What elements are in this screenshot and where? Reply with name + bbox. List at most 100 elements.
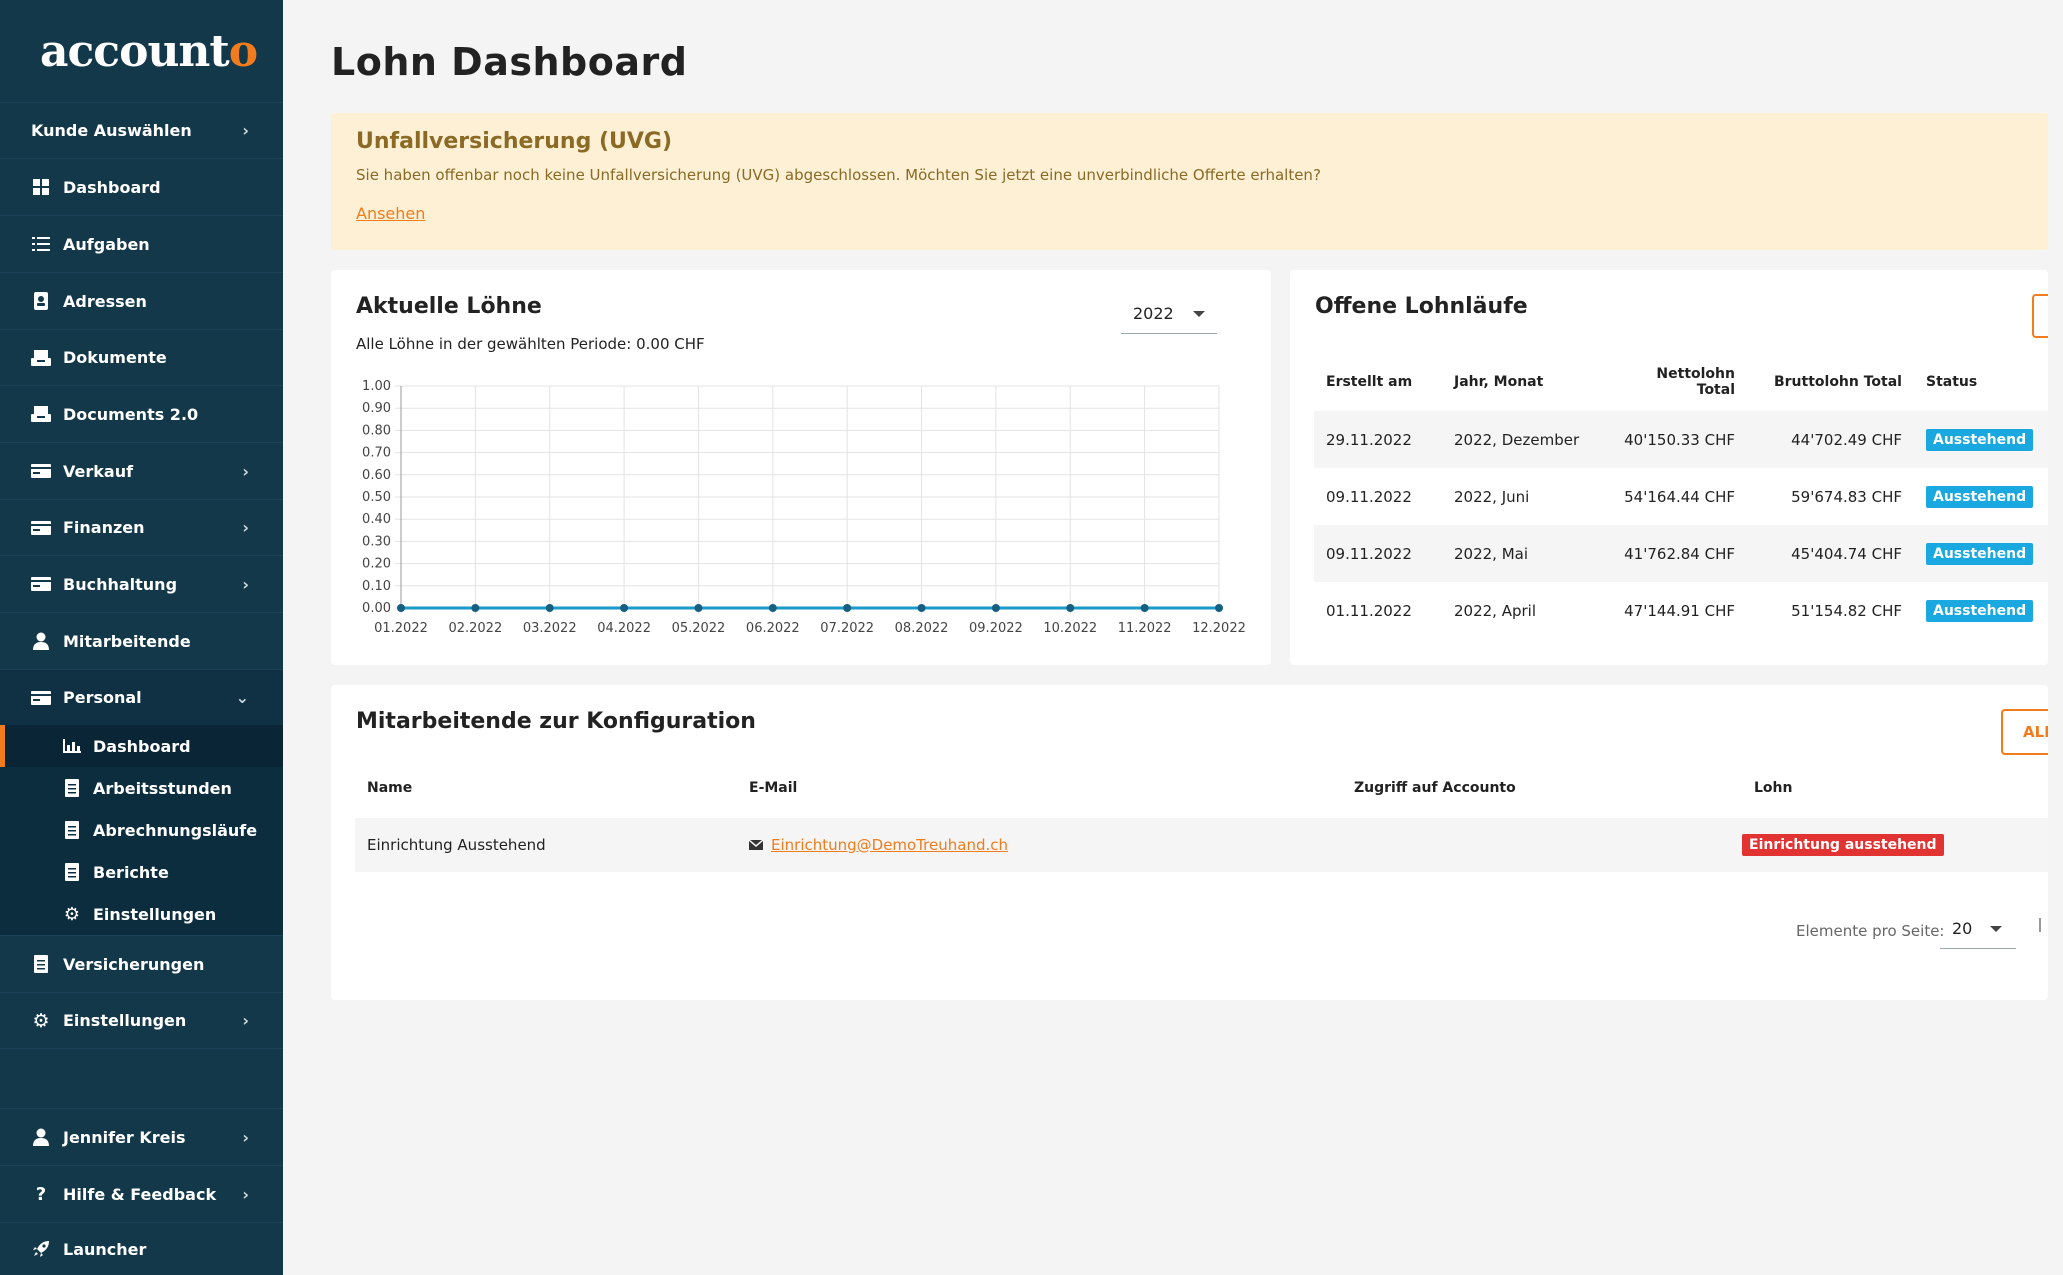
column-header: Bruttolohn Total: [1773, 374, 1902, 390]
status-badge: Ausstehend: [1926, 485, 2034, 508]
column-header: Lohn: [1754, 780, 1793, 796]
name-cell: Einrichtung Ausstehend: [355, 818, 737, 872]
x-tick-label: 07.2022: [820, 621, 874, 636]
salary-status-badge: Einrichtung ausstehend: [1742, 834, 1944, 856]
email-link[interactable]: Einrichtung@DemoTreuhand.ch: [771, 836, 1008, 854]
sidebar-item-label: Mitarbeitende: [63, 631, 191, 651]
gross-total-cell: 44'702.49 CHF: [1747, 411, 1914, 468]
sidebar-subitem-arbeitsstunden[interactable]: Arbeitsstunden: [0, 767, 283, 809]
sidebar-item-label: Finanzen: [63, 518, 145, 537]
y-tick-label: 0.00: [362, 601, 391, 616]
sidebar-item-versicherungen[interactable]: Versicherungen: [0, 935, 283, 992]
card-icon: [31, 518, 51, 538]
sidebar-item-einstellungen[interactable]: ⚙ Einstellungen ›: [0, 992, 283, 1049]
y-tick-label: 0.80: [362, 423, 391, 438]
uvg-alert: Unfallversicherung (UVG) Sie haben offen…: [331, 113, 2048, 250]
x-tick-label: 03.2022: [523, 621, 577, 636]
net-total-cell: 40'150.33 CHF: [1602, 411, 1747, 468]
data-point: [620, 604, 629, 612]
sidebar-item-label: Versicherungen: [63, 954, 205, 974]
person-icon: [31, 631, 51, 651]
grid-icon: [31, 177, 51, 197]
alert-view-link[interactable]: Ansehen: [356, 204, 425, 223]
sidebar-item-mitarbeitende[interactable]: Mitarbeitende: [0, 612, 283, 669]
sidebar-item-aufgaben[interactable]: Aufgaben: [0, 215, 283, 272]
table-row[interactable]: 29.11.2022 2022, Dezember 40'150.33 CHF …: [1314, 411, 2048, 468]
page-title: Lohn Dashboard: [331, 40, 688, 84]
list-icon: [31, 234, 51, 254]
data-point: [843, 604, 852, 612]
sidebar-item-label: Dashboard: [63, 177, 161, 197]
sidebar-item-dokumente[interactable]: Dokumente: [0, 329, 283, 385]
items-per-page-select[interactable]: 20: [1940, 909, 2016, 949]
sidebar-item-label: Einstellungen: [63, 1011, 187, 1030]
sidebar-item-dashboard[interactable]: Dashboard: [0, 158, 283, 215]
all-button[interactable]: ALL: [2001, 709, 2048, 755]
sidebar-subitem-abrechnungslaeufe[interactable]: Abrechnungsläufe: [0, 809, 283, 851]
table-header-row: Name E-Mail Zugriff auf Accounto Lohn: [355, 758, 2048, 818]
sidebar-item-label: Personal: [63, 688, 142, 707]
sidebar-item-finanzen[interactable]: Finanzen ›: [0, 499, 283, 555]
sidebar-subitem-berichte[interactable]: Berichte: [0, 851, 283, 893]
x-tick-label: 02.2022: [448, 621, 502, 636]
sidebar-item-label: Arbeitsstunden: [93, 778, 232, 798]
year-select[interactable]: 2022: [1121, 294, 1217, 334]
sidebar-item-label: Aufgaben: [63, 234, 150, 254]
pager-divider: [2039, 918, 2041, 932]
status-badge: Ausstehend: [1926, 542, 2034, 565]
sidebar-subitem-dashboard[interactable]: Dashboard: [0, 725, 283, 767]
period-cell: 2022, April: [1454, 601, 1536, 620]
payruns-action-button[interactable]: [2032, 294, 2048, 338]
chevron-right-icon: ›: [242, 121, 249, 140]
sidebar-item-documents-2[interactable]: Documents 2.0: [0, 385, 283, 442]
sidebar-item-label: Hilfe & Feedback: [63, 1184, 217, 1204]
net-total-cell: 47'144.91 CHF: [1624, 601, 1735, 620]
sidebar-item-personal[interactable]: Personal ⌄: [0, 669, 283, 725]
card-title: Offene Lohnläufe: [1315, 294, 1528, 319]
y-tick-label: 0.60: [362, 468, 391, 483]
x-tick-label: 05.2022: [672, 621, 726, 636]
chevron-down-icon: ⌄: [235, 688, 249, 707]
question-icon: ?: [35, 1183, 47, 1205]
table-row[interactable]: 09.11.2022 2022, Juni 54'164.44 CHF 59'6…: [1314, 468, 2048, 525]
column-header: Nettolohn Total: [1656, 366, 1735, 398]
x-tick-label: 01.2022: [374, 621, 428, 636]
sidebar-subitem-einstellungen[interactable]: ⚙ Einstellungen: [0, 893, 283, 935]
sidebar-item-kunde-auswaehlen[interactable]: Kunde Auswählen ›: [0, 102, 283, 158]
sidebar-item-label: Berichte: [93, 862, 169, 882]
created-cell: 01.11.2022: [1326, 601, 1412, 620]
gross-total-cell: 59'674.83 CHF: [1791, 487, 1902, 506]
chevron-right-icon: ›: [242, 574, 249, 594]
sidebar-item-verkauf[interactable]: Verkauf ›: [0, 442, 283, 499]
sidebar-item-launcher[interactable]: Launcher: [0, 1222, 283, 1275]
created-cell: 09.11.2022: [1326, 487, 1412, 506]
sidebar-item-label: Documents 2.0: [63, 404, 199, 424]
y-tick-label: 0.90: [362, 401, 391, 416]
sidebar-item-label: Abrechnungsläufe: [93, 820, 258, 840]
contact-book-icon: [31, 291, 51, 311]
y-tick-label: 0.20: [362, 557, 391, 572]
inbox-icon: [31, 404, 51, 424]
x-tick-label: 04.2022: [597, 621, 651, 636]
table-row[interactable]: 09.11.2022 2022, Mai 41'762.84 CHF 45'40…: [1314, 525, 2048, 582]
column-header: Status: [1926, 374, 1978, 390]
sidebar-item-buchhaltung[interactable]: Buchhaltung ›: [0, 555, 283, 612]
data-point: [917, 604, 926, 612]
sidebar-item-label: Adressen: [63, 291, 147, 311]
data-point: [545, 604, 554, 612]
caret-down-icon: [1990, 926, 2002, 932]
x-tick-label: 06.2022: [746, 621, 800, 636]
sidebar-item-adressen[interactable]: Adressen: [0, 272, 283, 329]
sidebar-item-label: Jennifer Kreis: [63, 1127, 186, 1147]
table-row[interactable]: 01.11.2022 2022, April 47'144.91 CHF 51'…: [1314, 582, 2048, 639]
accounto-logo[interactable]: account o: [0, 0, 283, 102]
document-icon: [63, 821, 81, 839]
y-tick-label: 1.00: [362, 379, 391, 394]
person-icon: [31, 1127, 51, 1147]
status-badge: Ausstehend: [1926, 599, 2034, 622]
table-row[interactable]: Einrichtung Ausstehend Einrichtung@DemoT…: [355, 818, 2048, 872]
sidebar-item-hilfe-feedback[interactable]: ? Hilfe & Feedback ›: [0, 1165, 283, 1222]
net-total-cell: 54'164.44 CHF: [1624, 487, 1735, 506]
sidebar-item-user[interactable]: Jennifer Kreis ›: [0, 1108, 283, 1165]
x-tick-label: 09.2022: [969, 621, 1023, 636]
